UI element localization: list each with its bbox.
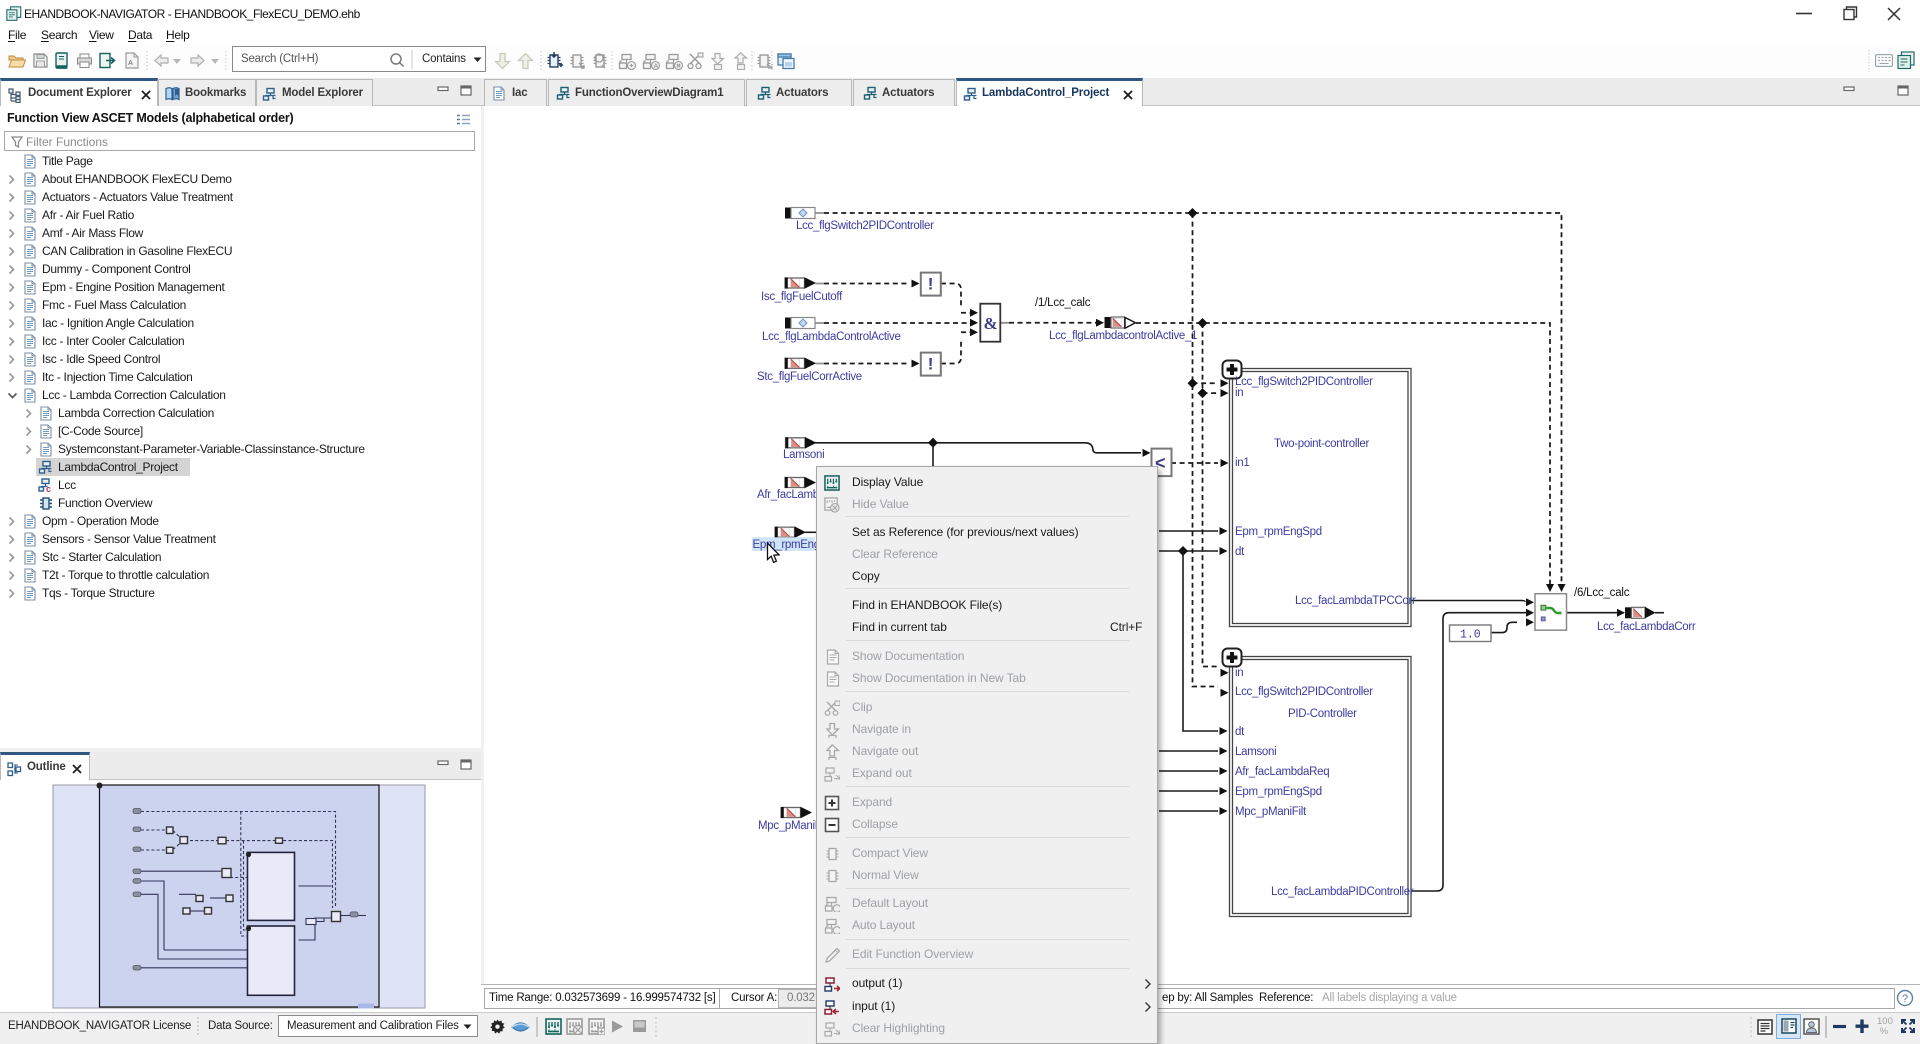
svg-text:!: ! — [928, 355, 934, 374]
svg-text:&: & — [984, 314, 998, 333]
svg-text:c: c — [46, 484, 51, 493]
svg-text:!: ! — [928, 275, 934, 294]
svg-text:1.0: 1.0 — [1460, 629, 1481, 642]
svg-text:?: ? — [1902, 993, 1908, 1005]
svg-text:A: A — [128, 60, 133, 67]
svg-text:A: A — [654, 63, 659, 70]
